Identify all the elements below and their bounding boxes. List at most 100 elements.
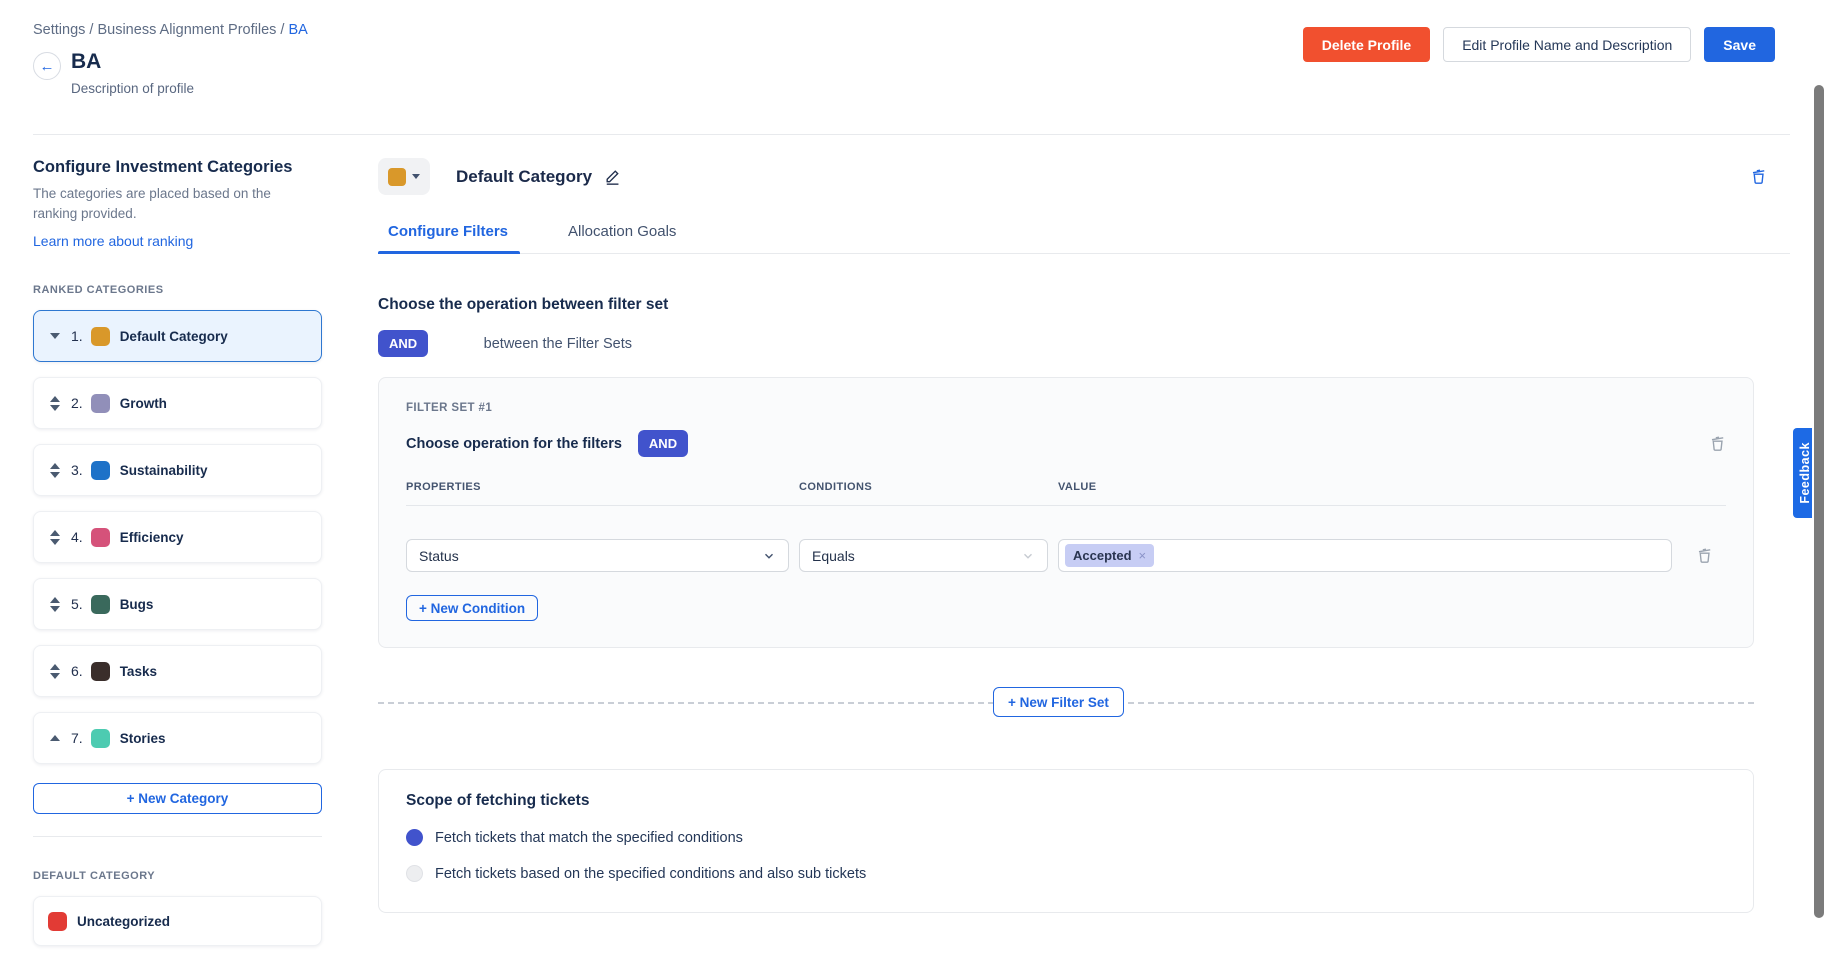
save-button[interactable]: Save (1704, 27, 1775, 62)
reorder-arrows (48, 664, 62, 679)
new-condition-button[interactable]: + New Condition (406, 595, 538, 621)
properties-column-label: PROPERTIES (406, 481, 789, 493)
default-category-label: DEFAULT CATEGORY (33, 870, 322, 882)
delete-profile-button[interactable]: Delete Profile (1303, 27, 1430, 62)
ranked-categories-label: RANKED CATEGORIES (33, 284, 322, 296)
filter-set-divider: + New Filter Set (378, 687, 1790, 717)
move-up-icon[interactable] (50, 597, 60, 603)
category-item-bugs[interactable]: 5. Bugs (33, 578, 322, 630)
remove-tag-icon[interactable]: × (1139, 548, 1147, 563)
move-down-icon[interactable] (50, 606, 60, 612)
value-tag: Accepted × (1065, 544, 1154, 567)
category-rank: 2. (71, 395, 83, 411)
set-and-or-toggle: AND OR (378, 330, 470, 357)
header-actions: Delete Profile Edit Profile Name and Des… (1303, 27, 1775, 62)
move-up-icon[interactable] (50, 463, 60, 469)
tab-configure-filters[interactable]: Configure Filters (388, 223, 508, 253)
header-divider (33, 134, 1790, 135)
left-arrow-icon: ← (40, 58, 55, 75)
chevron-down-icon (762, 549, 776, 563)
category-item-tasks[interactable]: 6. Tasks (33, 645, 322, 697)
filter-set-card: FILTER SET #1 Choose operation for the f… (378, 377, 1754, 648)
filter-operation-label: Choose operation for the filters (406, 436, 622, 452)
edit-pencil-icon[interactable] (604, 168, 621, 185)
filter-operation-row: Choose operation for the filters AND OR (406, 430, 1726, 457)
property-select-value: Status (419, 548, 459, 564)
scope-option-match[interactable]: Fetch tickets that match the specified c… (406, 829, 1726, 846)
sidebar-title: Configure Investment Categories (33, 158, 322, 177)
page: Settings / Business Alignment Profiles /… (0, 0, 1825, 953)
category-label: Sustainability (120, 463, 208, 478)
delete-condition-trash-icon[interactable] (1682, 547, 1726, 564)
feedback-tab-label: Feedback (1798, 442, 1812, 504)
category-label: Default Category (120, 329, 228, 344)
category-rank: 1. (71, 328, 83, 344)
or-toggle-option[interactable]: OR (684, 430, 730, 457)
selected-color-swatch (388, 168, 406, 186)
new-category-button[interactable]: + New Category (33, 783, 322, 814)
value-column-label: VALUE (1058, 481, 1672, 493)
category-color-swatch (91, 327, 110, 346)
category-color-swatch (91, 662, 110, 681)
and-toggle-option[interactable]: AND (638, 430, 688, 457)
category-item-uncategorized[interactable]: Uncategorized (33, 896, 322, 946)
scrollbar-track[interactable] (1812, 0, 1825, 953)
move-down-icon[interactable] (50, 405, 60, 411)
tab-allocation-goals[interactable]: Allocation Goals (568, 223, 676, 253)
move-down-icon[interactable] (50, 673, 60, 679)
radio-unselected-icon[interactable] (406, 865, 423, 882)
conditions-column-label: CONDITIONS (799, 481, 1048, 493)
category-header: Default Category (378, 158, 1790, 195)
move-up-icon[interactable] (50, 396, 60, 402)
color-picker-dropdown[interactable] (378, 158, 430, 195)
operation-heading: Choose the operation between filter set (378, 296, 1790, 314)
page-title: BA (71, 50, 194, 74)
category-label: Efficiency (120, 530, 184, 545)
category-rank: 5. (71, 596, 83, 612)
breadcrumb-path[interactable]: Settings / Business Alignment Profiles / (33, 22, 284, 38)
scope-option-sub-tickets[interactable]: Fetch tickets based on the specified con… (406, 865, 1726, 882)
condition-select-value: Equals (812, 548, 855, 564)
move-up-icon[interactable] (50, 530, 60, 536)
category-color-swatch (91, 595, 110, 614)
delete-category-trash-icon[interactable] (1750, 168, 1767, 185)
reorder-arrows (48, 463, 62, 478)
move-down-icon[interactable] (50, 333, 60, 339)
category-label: Tasks (120, 664, 157, 679)
category-item-growth[interactable]: 2. Growth (33, 377, 322, 429)
move-up-icon[interactable] (50, 664, 60, 670)
category-color-swatch (91, 394, 110, 413)
back-button[interactable]: ← (33, 52, 61, 80)
edit-profile-button[interactable]: Edit Profile Name and Description (1443, 27, 1691, 62)
radio-selected-icon[interactable] (406, 829, 423, 846)
value-tag-label: Accepted (1073, 548, 1132, 563)
condition-select[interactable]: Equals (799, 539, 1048, 572)
scrollbar-thumb[interactable] (1814, 85, 1824, 918)
move-down-icon[interactable] (50, 472, 60, 478)
move-down-icon[interactable] (50, 539, 60, 545)
set-operation-caption: between the Filter Sets (484, 336, 632, 352)
and-toggle-option[interactable]: AND (378, 330, 428, 357)
condition-column-headers: PROPERTIES CONDITIONS VALUE (406, 481, 1726, 506)
new-filter-set-button[interactable]: + New Filter Set (993, 687, 1124, 717)
category-label: Stories (120, 731, 166, 746)
sidebar-divider (33, 836, 322, 837)
value-input[interactable]: Accepted × (1058, 539, 1672, 572)
category-item-stories[interactable]: 7. Stories (33, 712, 322, 764)
category-rank: 6. (71, 663, 83, 679)
learn-more-link[interactable]: Learn more about ranking (33, 233, 193, 249)
category-list: 1. Default Category 2. Growth 3. (33, 310, 322, 764)
category-rank: 7. (71, 730, 83, 746)
category-item-default-category[interactable]: 1. Default Category (33, 310, 322, 362)
reorder-arrows (48, 396, 62, 411)
reorder-arrows (48, 735, 62, 741)
category-color-swatch (91, 528, 110, 547)
page-description: Description of profile (71, 81, 194, 96)
property-select[interactable]: Status (406, 539, 789, 572)
category-item-sustainability[interactable]: 3. Sustainability (33, 444, 322, 496)
delete-filter-set-trash-icon[interactable] (1709, 435, 1726, 452)
category-item-efficiency[interactable]: 4. Efficiency (33, 511, 322, 563)
condition-row: Status Equals Accepted × (406, 539, 1726, 572)
or-toggle-option[interactable]: OR (424, 330, 470, 357)
move-up-icon[interactable] (50, 735, 60, 741)
